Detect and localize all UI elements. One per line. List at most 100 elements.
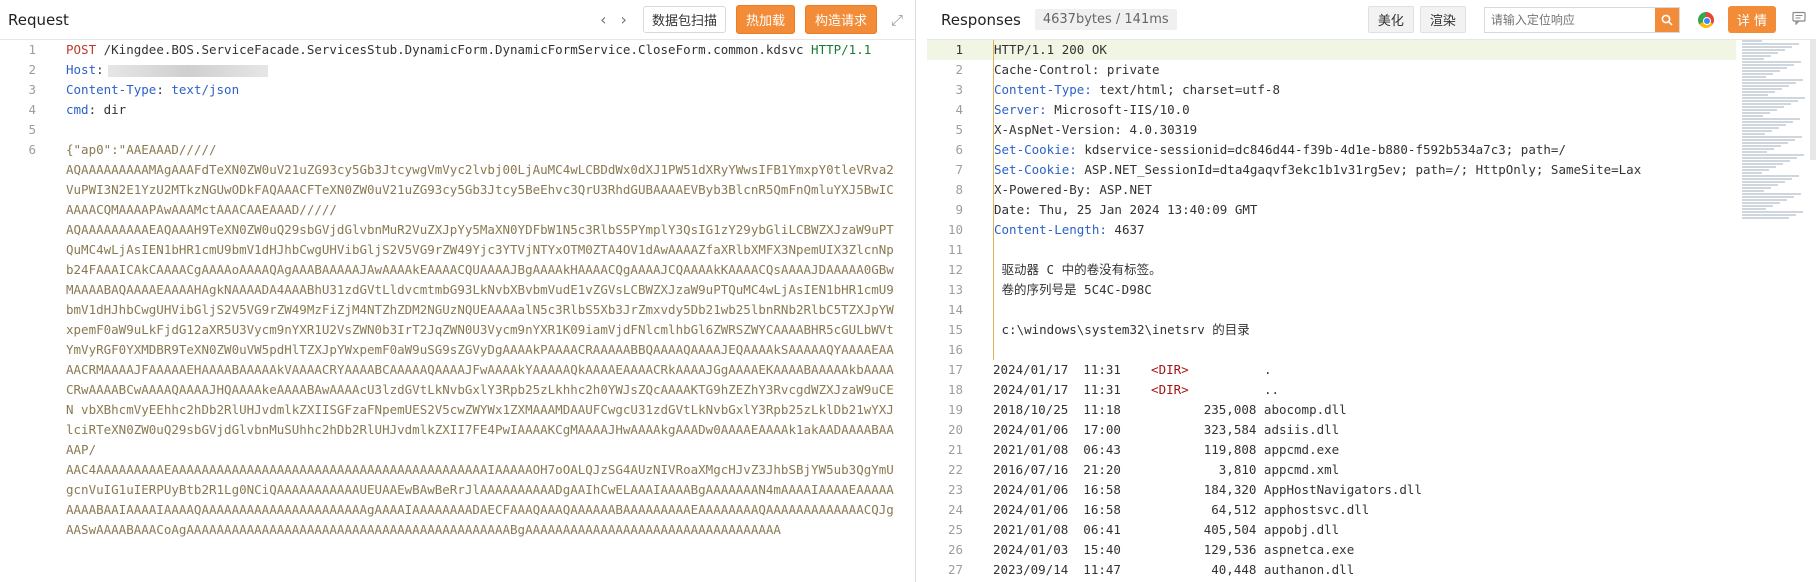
request-line: 2 Host: (0, 60, 915, 80)
cmd-key: cmd (66, 102, 89, 117)
response-line: 16 (927, 340, 1736, 360)
minimap-line (1742, 178, 1792, 180)
minimap-line (1742, 169, 1769, 171)
response-line: 13 卷的序列号是 5C4C-D98C (927, 280, 1736, 300)
response-line: 9 Date: Thu, 25 Jan 2024 13:40:09 GMT (927, 200, 1736, 220)
response-header: Responses 4637bytes / 141ms 美化 渲染 详 情 (927, 0, 1816, 40)
minimap-line (1742, 127, 1779, 129)
minimap-line (1742, 70, 1780, 72)
minimap-line (1742, 61, 1801, 63)
next-arrow-icon[interactable]: › (621, 10, 627, 29)
locate-search-input[interactable] (1484, 12, 1655, 27)
minimap-line (1742, 142, 1788, 144)
minimap-line (1742, 55, 1771, 57)
request-method: POST (66, 42, 97, 57)
minimap-line (1742, 199, 1787, 201)
minimap-line (1742, 124, 1786, 126)
minimap-line (1742, 190, 1764, 192)
minimap-line (1742, 73, 1773, 75)
cmd-value: dir (96, 102, 127, 117)
redacted-host (107, 64, 268, 77)
response-actions: 美化 渲染 详 情 (1367, 6, 1806, 33)
content-type-key: Content-Type (66, 82, 157, 97)
minimap-line (1742, 148, 1774, 150)
history-nav: ‹ › (600, 10, 627, 29)
request-line: 5 (28, 122, 36, 137)
minimap-line (1742, 136, 1802, 138)
minimap-line (1742, 67, 1787, 69)
fullscreen-icon[interactable]: ⤢ (891, 11, 903, 29)
response-line: 11 (927, 240, 1736, 260)
minimap-line (1742, 100, 1798, 102)
minimap-line (1742, 151, 1767, 153)
request-header: Request ‹ › 数据包扫描 热加载 构造请求 ⤢ (0, 0, 915, 40)
minimap-line (1742, 91, 1775, 93)
minimap-line (1742, 94, 1768, 96)
minimap-line (1742, 193, 1801, 195)
minimap-line (1742, 157, 1797, 159)
minimap-line (1742, 109, 1777, 111)
minimap-line (1742, 64, 1794, 66)
minimap-line (1742, 58, 1764, 60)
minimap-line (1742, 115, 1763, 117)
response-line: 1 HTTP/1.1 200 OK (927, 40, 1736, 60)
response-line: 21 2021/01/08 06:43 119,808 appcmd.exe (947, 442, 1340, 457)
response-line: 22 2016/07/16 21:20 3,810 appcmd.xml (947, 462, 1340, 477)
minimap-line (1742, 97, 1805, 99)
detail-button[interactable]: 详 情 (1727, 6, 1776, 33)
response-line: 24 2024/01/06 16:58 64,512 apphostsvc.dll (947, 502, 1370, 517)
minimap-line (1742, 88, 1782, 90)
response-line: 5 X-AspNet-Version: 4.0.30319 (927, 120, 1736, 140)
request-line: 6 {"ap0":"AAEAAAD///// AQAAAAAAAAAMAgAAA… (0, 140, 915, 540)
comment-icon[interactable] (1792, 11, 1806, 29)
render-button[interactable]: 渲染 (1419, 6, 1466, 33)
packet-scan-button[interactable]: 数据包扫描 (642, 6, 726, 33)
response-line: 4 Server: Microsoft-IIS/10.0 (927, 100, 1736, 120)
response-line: 27 2023/09/14 11:47 40,448 authanon.dll (947, 562, 1355, 577)
minimap-line (1742, 187, 1771, 189)
minimap-line (1742, 85, 1789, 87)
response-line: 6 Set-Cookie: kdservice-sessionid=dc846d4… (927, 140, 1736, 160)
response-line: 12 驱动器 C 中的卷没有标签。 (927, 260, 1736, 280)
chrome-icon[interactable] (1697, 11, 1714, 28)
response-pane: Responses 4637bytes / 141ms 美化 渲染 详 情 (927, 0, 1816, 582)
prev-arrow-icon[interactable]: ‹ (600, 10, 606, 29)
response-minimap[interactable] (1742, 40, 1806, 260)
search-icon[interactable] (1654, 7, 1679, 32)
minimap-line (1742, 133, 1765, 135)
minimap-line (1742, 205, 1773, 207)
response-line: 20 2024/01/06 17:00 323,584 adsiis.dll (947, 422, 1340, 437)
response-line: 23 2024/01/06 16:58 184,320 AppHostNaviga… (947, 482, 1422, 497)
host-key: Host (66, 62, 97, 77)
response-line: 8 X-Powered-By: ASP.NET (927, 180, 1736, 200)
minimap-line (1742, 43, 1799, 45)
response-scrollbar[interactable] (1810, 40, 1816, 160)
hot-load-button[interactable]: 热加载 (735, 5, 795, 34)
beautify-button[interactable]: 美化 (1367, 6, 1414, 33)
minimap-line (1742, 79, 1803, 81)
request-line: 1 POST /Kingdee.BOS.ServiceFacade.Servic… (28, 42, 872, 57)
minimap-line (1742, 211, 1803, 213)
minimap-line (1742, 49, 1785, 51)
minimap-line (1742, 172, 1762, 174)
minimap-line (1742, 175, 1799, 177)
request-protocol: HTTP/1.1 (811, 42, 872, 57)
response-editor[interactable]: 1 HTTP/1.1 200 OK 2 Cache-Control: private… (927, 40, 1736, 582)
response-line: 14 (927, 300, 1736, 320)
minimap-line (1742, 46, 1792, 48)
response-line: 18 2024/01/17 11:31 <DIR> .. (947, 382, 1279, 397)
build-request-button[interactable]: 构造请求 (804, 5, 877, 34)
request-line: 4 cmd: dir (28, 102, 127, 117)
minimap-line (1742, 166, 1776, 168)
minimap-line (1742, 145, 1781, 147)
minimap-line (1742, 76, 1766, 78)
request-title: Request (8, 10, 69, 29)
request-body: {"ap0":"AAEAAAD///// AQAAAAAAAAAMAgAAAFd… (66, 142, 894, 537)
minimap-line (1742, 82, 1796, 84)
minimap-line (1742, 163, 1783, 165)
request-editor[interactable]: 1 POST /Kingdee.BOS.ServiceFacade.Servic… (0, 40, 915, 582)
response-title: Responses (941, 10, 1021, 29)
minimap-line (1742, 184, 1778, 186)
response-line: 3 Content-Type: text/html; charset=utf-8 (927, 80, 1736, 100)
response-line: 25 2021/01/08 06:41 405,504 appobj.dll (947, 522, 1340, 537)
